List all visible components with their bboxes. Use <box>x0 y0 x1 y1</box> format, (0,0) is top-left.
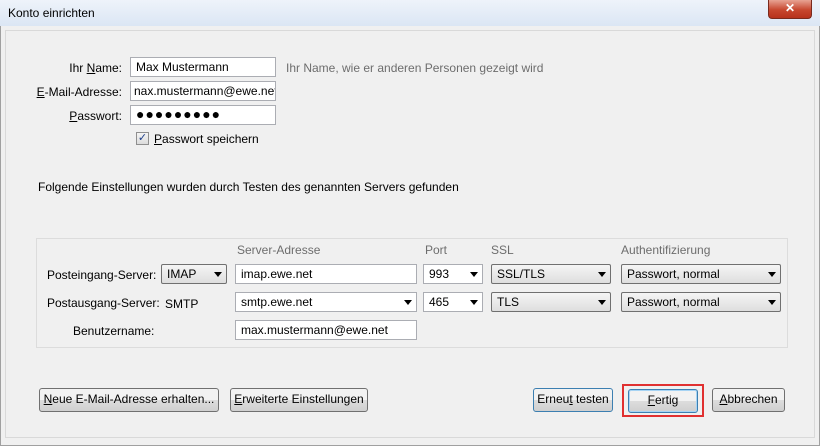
name-label: Ihr Name: <box>69 61 122 75</box>
username-label: Benutzername: <box>73 324 155 338</box>
window-title: Konto einrichten <box>8 6 95 20</box>
dialog-body: Ihr Name: Max Mustermann Ihr Name, wie e… <box>0 26 820 446</box>
incoming-auth-select[interactable]: Passwort, normal <box>621 264 781 284</box>
incoming-server-label: Posteingang-Server: <box>47 268 157 282</box>
email-input[interactable]: nax.mustermann@ewe.net <box>130 81 276 101</box>
chevron-down-icon <box>768 300 776 305</box>
incoming-port-select[interactable]: 993 <box>423 264 483 284</box>
dialog-panel: Ihr Name: Max Mustermann Ihr Name, wie e… <box>5 30 815 438</box>
header-auth: Authentifizierung <box>621 243 711 257</box>
name-input[interactable]: Max Mustermann <box>130 57 276 77</box>
header-ssl: SSL <box>491 243 514 257</box>
status-text: Folgende Einstellungen wurden durch Test… <box>38 180 459 194</box>
outgoing-protocol: SMTP <box>165 297 199 311</box>
checkmark-icon: ✓ <box>137 132 148 144</box>
chevron-down-icon <box>214 272 222 277</box>
server-settings-group: Server-Adresse Port SSL Authentifizierun… <box>36 238 788 348</box>
outgoing-auth-select[interactable]: Passwort, normal <box>621 292 781 312</box>
chevron-down-icon <box>470 300 478 305</box>
name-hint: Ihr Name, wie er anderen Personen gezeig… <box>286 61 544 75</box>
incoming-protocol-select[interactable]: IMAP <box>161 264 227 284</box>
outgoing-server-label: Postausgang-Server: <box>47 296 160 310</box>
username-input[interactable]: max.mustermann@ewe.net <box>235 320 417 340</box>
password-input[interactable]: ●●●●●●●●● <box>130 105 276 125</box>
password-label: Passwort: <box>69 109 122 123</box>
retest-button[interactable]: Erneut testen <box>533 388 613 412</box>
header-server-address: Server-Adresse <box>237 243 321 257</box>
outgoing-ssl-select[interactable]: TLS <box>491 292 611 312</box>
close-icon: ✕ <box>784 1 796 15</box>
save-password-label: Passwort speichern <box>154 132 259 146</box>
title-bar: Konto einrichten ✕ <box>0 0 820 26</box>
new-email-address-button[interactable]: Neue E-Mail-Adresse erhalten... <box>39 388 219 412</box>
header-port: Port <box>425 243 448 257</box>
chevron-down-icon <box>598 300 606 305</box>
chevron-down-icon <box>470 272 478 277</box>
cancel-button[interactable]: Abbrechen <box>712 388 785 412</box>
chevron-down-icon <box>404 300 412 305</box>
close-button[interactable]: ✕ <box>768 0 812 19</box>
incoming-ssl-select[interactable]: SSL/TLS <box>491 264 611 284</box>
email-label: E-Mail-Adresse: <box>36 85 122 99</box>
chevron-down-icon <box>768 272 776 277</box>
outgoing-host-select[interactable]: smtp.ewe.net <box>235 292 417 312</box>
save-password-checkbox[interactable]: ✓ <box>136 132 149 145</box>
outgoing-port-select[interactable]: 465 <box>423 292 483 312</box>
done-button[interactable]: Fertig <box>628 389 698 413</box>
advanced-settings-button[interactable]: Erweiterte Einstellungen <box>230 388 368 412</box>
chevron-down-icon <box>598 272 606 277</box>
incoming-host-input[interactable]: imap.ewe.net <box>235 264 417 284</box>
